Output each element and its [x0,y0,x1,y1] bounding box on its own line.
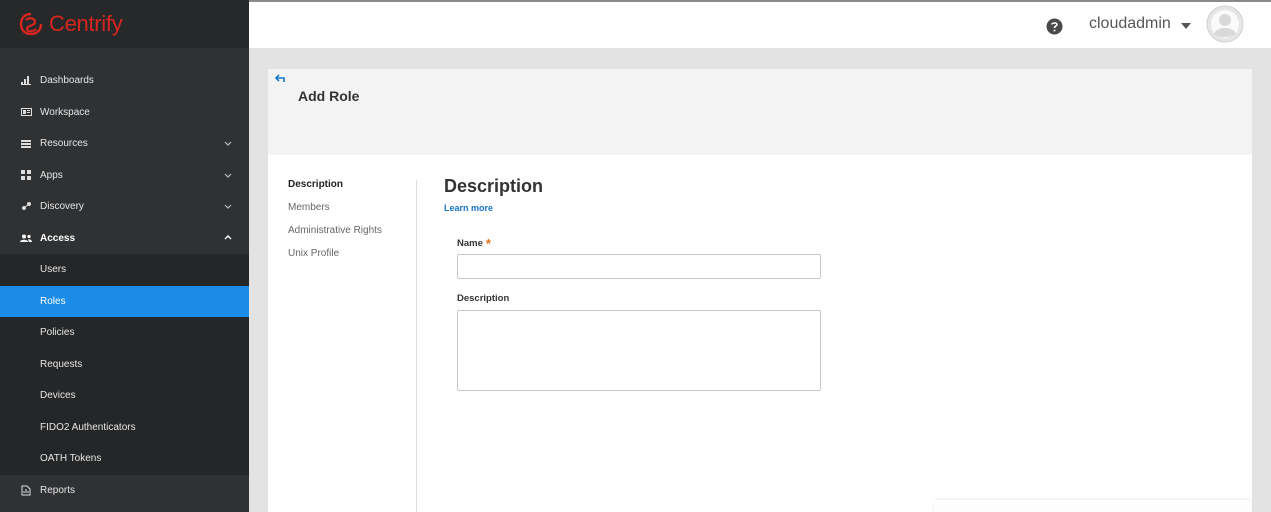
sidebar-item-users[interactable]: Users [0,254,249,286]
card-header: Add Role [268,69,1252,155]
step-unix-profile[interactable]: Unix Profile [288,248,382,271]
chevron-down-icon[interactable] [223,170,233,180]
sidebar-item-access[interactable]: Access [0,223,249,255]
step-description[interactable]: Description [288,179,382,202]
question-circle-icon[interactable] [1046,18,1063,35]
chevron-down-icon[interactable] [223,138,233,148]
access-submenu: Users Roles Policies Requests Devices FI… [0,254,249,475]
description-textarea[interactable] [457,310,821,391]
sidebar-item-roles[interactable]: Roles [0,285,249,317]
wizard-steps: Description Members Administrative Right… [288,179,382,271]
learn-more-link[interactable]: Learn more [444,203,493,213]
sidebar-item-devices[interactable]: Devices [0,380,249,412]
workspace-icon [20,106,32,118]
sidebar-item-oath-tokens[interactable]: OATH Tokens [0,443,249,475]
centrify-logo-icon [19,12,43,36]
main-nav: Dashboards Workspace Resources Apps Disc… [0,65,249,506]
sidebar-item-reports[interactable]: Reports [0,474,249,506]
sidebar-item-dashboards[interactable]: Dashboards [0,65,249,97]
sidebar-item-policies[interactable]: Policies [0,317,249,349]
caret-down-icon[interactable] [1181,23,1191,29]
step-members[interactable]: Members [288,202,382,225]
list-icon [20,138,32,150]
floating-panel [934,500,1251,512]
required-indicator: * [485,236,491,251]
sidebar: Centrify Dashboards Workspace Resources [0,0,249,512]
sidebar-item-label: Reports [40,484,76,496]
chevron-down-icon[interactable] [223,201,233,211]
sidebar-item-workspace[interactable]: Workspace [0,97,249,129]
bar-chart-icon [20,75,32,87]
back-arrow-icon[interactable] [275,74,286,83]
sidebar-item-label: Access [40,232,76,244]
step-administrative-rights[interactable]: Administrative Rights [288,225,382,248]
sidebar-item-apps[interactable]: Apps [0,160,249,192]
page-title: Add Role [298,88,360,104]
name-label: Name * [457,234,491,251]
name-input[interactable] [457,254,821,279]
user-avatar-icon[interactable] [1206,5,1244,43]
sidebar-item-label: Apps [40,169,63,181]
section-title: Description [444,176,544,196]
logo-bar: Centrify [0,0,249,48]
username[interactable]: cloudadmin [1089,15,1171,33]
reports-icon [20,484,32,496]
sidebar-item-requests[interactable]: Requests [0,349,249,381]
sidebar-item-label: Workspace [40,106,90,118]
sidebar-item-discovery[interactable]: Discovery [0,191,249,223]
add-role-card: Add Role Description Members Administrat… [268,69,1252,512]
sidebar-item-label: Resources [40,138,88,150]
chevron-up-icon[interactable] [223,233,233,243]
steps-divider [416,180,417,512]
sidebar-item-resources[interactable]: Resources [0,128,249,160]
sidebar-item-label: Discovery [40,201,84,213]
grid-icon [20,169,32,181]
description-label: Description [457,293,510,304]
users-icon [20,232,32,244]
discovery-icon [20,201,32,213]
sidebar-item-label: Dashboards [40,75,94,87]
brand-name: Centrify [49,11,123,36]
sidebar-item-fido2-authenticators[interactable]: FIDO2 Authenticators [0,412,249,444]
name-label-text: Name [457,238,483,249]
top-bar: cloudadmin [249,0,1271,48]
